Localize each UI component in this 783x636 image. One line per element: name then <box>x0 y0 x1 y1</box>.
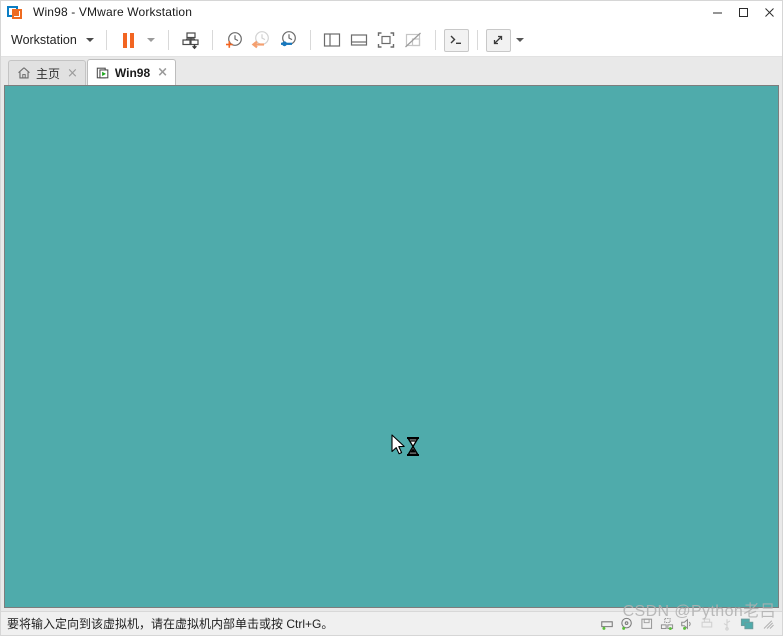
tab-home-label: 主页 <box>36 66 61 81</box>
close-icon[interactable] <box>756 1 782 24</box>
snapshot-manager-button[interactable] <box>275 28 302 53</box>
toolbar-separator <box>476 30 478 50</box>
hourglass-icon <box>407 437 419 456</box>
vm-console-area <box>1 85 782 611</box>
vmware-workstation-icon <box>7 4 23 20</box>
library-panel-icon <box>324 33 341 47</box>
vmware-workstation-window: Win98 - VMware Workstation Workstation 主… <box>0 0 783 636</box>
tab-home[interactable]: 主页 × <box>8 60 86 85</box>
toolbar-separator <box>309 30 311 50</box>
title-bar: Win98 - VMware Workstation <box>1 1 782 24</box>
status-sound-icon[interactable] <box>680 617 694 631</box>
toolbar-separator <box>211 30 213 50</box>
snapshot-manager-icon <box>281 31 297 47</box>
chevron-down-icon <box>515 38 524 42</box>
chevron-down-icon <box>146 38 155 42</box>
snapshot-revert-icon <box>251 31 270 49</box>
stretch-icon <box>494 35 503 45</box>
home-icon <box>18 67 30 79</box>
revert-snapshot-button <box>248 28 275 53</box>
tab-win98[interactable]: Win98 × <box>86 59 177 85</box>
enter-fullscreen-button[interactable] <box>373 28 400 53</box>
toolbar-separator <box>105 30 107 50</box>
window-controls <box>704 1 782 24</box>
snapshot-add-icon <box>226 32 243 48</box>
vm-running-icon <box>96 67 109 78</box>
vm-manage-icon <box>182 31 199 49</box>
maximize-icon[interactable] <box>730 1 756 24</box>
show-thumbnail-bar-button[interactable] <box>346 28 373 53</box>
status-usb-icon[interactable] <box>720 617 734 631</box>
status-hard-disk-icon[interactable] <box>600 617 614 631</box>
fullscreen-icon <box>378 32 395 48</box>
pause-icon <box>122 32 134 48</box>
status-cd-dvd-icon[interactable] <box>620 617 634 631</box>
toolbar-separator <box>434 30 436 50</box>
stretch-dropdown-button[interactable] <box>511 28 529 53</box>
console-view-button[interactable] <box>443 28 469 52</box>
unity-mode-disabled-icon <box>405 32 422 48</box>
status-printer-icon[interactable] <box>700 617 714 631</box>
chevron-down-icon <box>85 38 94 42</box>
terminal-icon <box>450 35 462 45</box>
stretch-guest-button[interactable] <box>485 28 511 52</box>
main-toolbar: Workstation <box>1 24 782 57</box>
tab-win98-close-icon[interactable]: × <box>155 66 170 79</box>
show-library-button[interactable] <box>319 28 346 53</box>
status-message: 要将输入定向到该虚拟机，请在虚拟机内部单击或按 Ctrl+G。 <box>7 617 334 631</box>
power-dropdown-button[interactable] <box>142 28 160 53</box>
status-network-icon[interactable] <box>660 617 674 631</box>
arrow-busy-cursor <box>391 434 419 456</box>
workstation-menu-label: Workstation <box>11 33 77 47</box>
status-display-icon[interactable] <box>740 617 754 631</box>
status-bar: 要将输入定向到该虚拟机，请在虚拟机内部单击或按 Ctrl+G。 CSDN @Py… <box>1 603 782 635</box>
workstation-menu-button[interactable]: Workstation <box>9 28 98 52</box>
unity-mode-button <box>400 28 427 53</box>
manage-vm-button[interactable] <box>177 28 204 53</box>
toolbar-separator <box>167 30 169 50</box>
vm-tab-bar: 主页 × Win98 × <box>1 57 782 85</box>
thumbnail-bar-icon <box>351 34 368 46</box>
status-floppy-icon[interactable] <box>640 617 654 631</box>
tab-win98-label: Win98 <box>114 65 151 80</box>
take-snapshot-button[interactable] <box>221 28 248 53</box>
tab-home-close-icon[interactable]: × <box>65 67 80 80</box>
window-title: Win98 - VMware Workstation <box>33 5 193 19</box>
pause-vm-button[interactable] <box>115 28 142 53</box>
minimize-icon[interactable] <box>704 1 730 24</box>
resize-grip-icon[interactable] <box>763 617 776 630</box>
status-device-icons <box>600 617 778 631</box>
vm-guest-screen[interactable] <box>4 85 779 608</box>
